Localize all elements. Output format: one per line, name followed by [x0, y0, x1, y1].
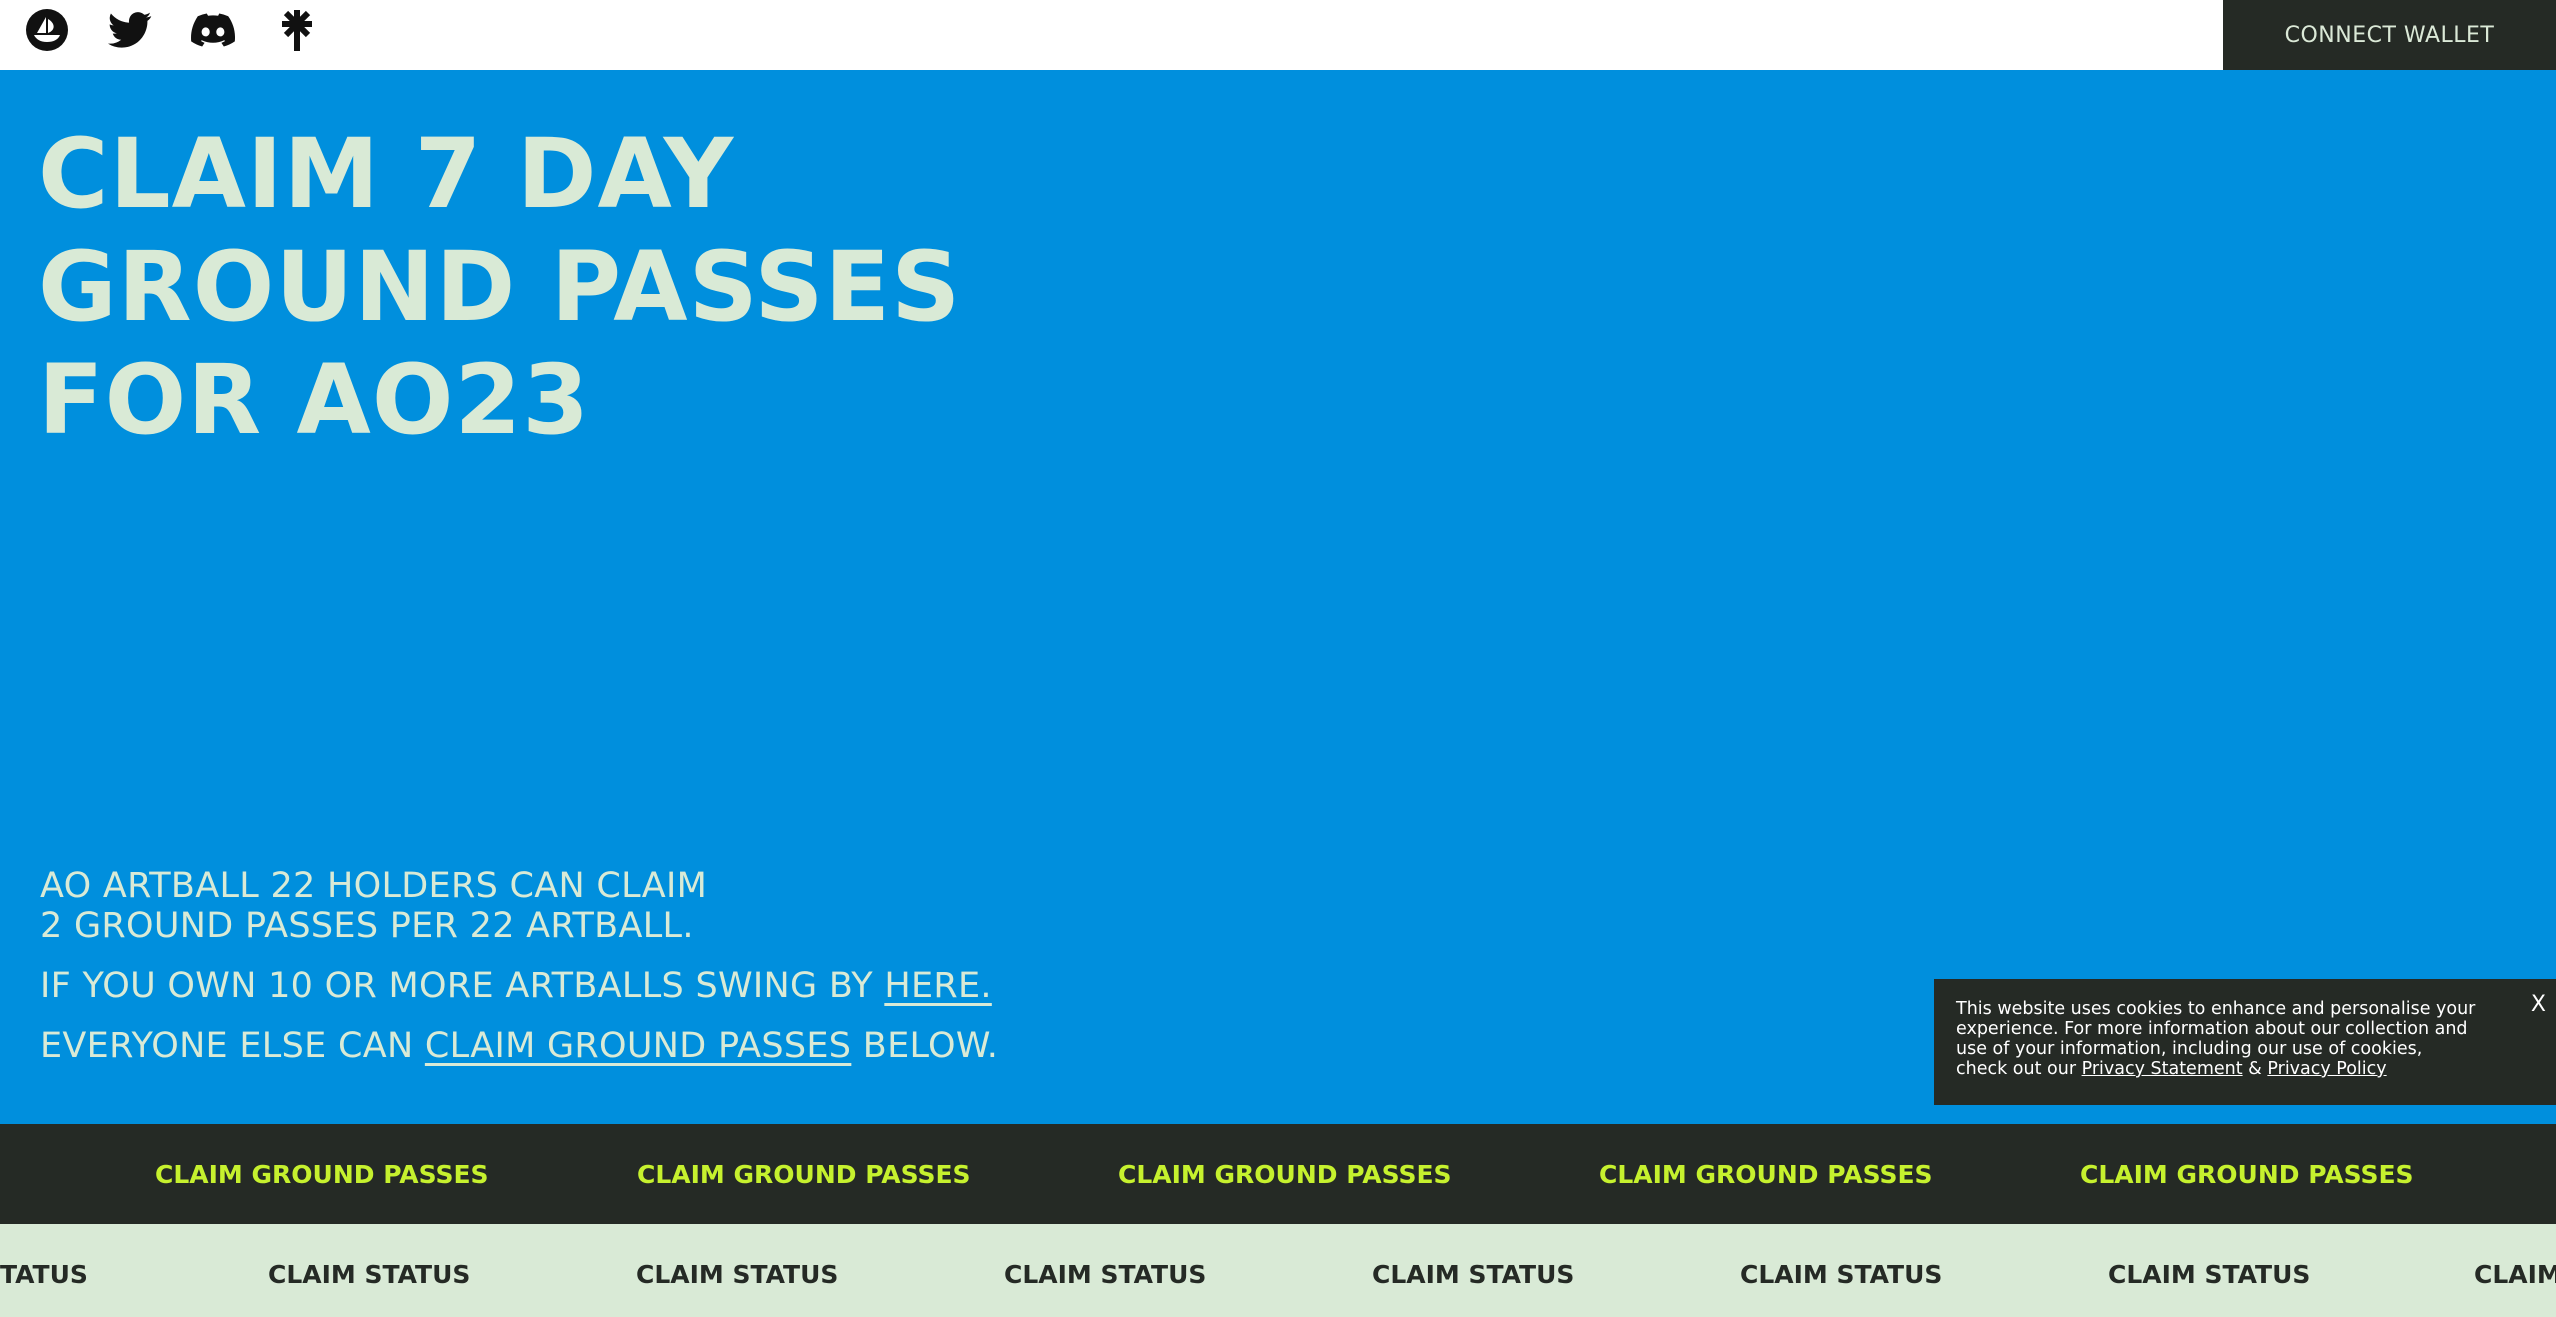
- claim-status-button[interactable]: CLAIM STATUS: [1004, 1224, 1206, 1317]
- title-line-1: CLAIM 7 DAY: [38, 118, 735, 230]
- holders-line-1: AO ARTBALL 22 HOLDERS CAN CLAIM: [40, 866, 708, 906]
- claim-ground-passes-button[interactable]: CLAIM GROUND PASSES: [1118, 1124, 1452, 1224]
- claim-passes-marquee: CLAIM GROUND PASSES CLAIM GROUND PASSES …: [0, 1124, 2556, 1224]
- here-link[interactable]: HERE.: [884, 966, 992, 1006]
- claim-status-button[interactable]: CLAIM STATUS: [2108, 1224, 2310, 1317]
- claim-ground-passes-button[interactable]: CLAIM GROUND PASSES: [637, 1124, 971, 1224]
- holders-line-2: 2 GROUND PASSES PER 22 ARTBALL.: [40, 906, 694, 946]
- connect-wallet-button[interactable]: CONNECT WALLET: [2223, 0, 2556, 70]
- opensea-icon[interactable]: [24, 7, 70, 53]
- claim-ground-passes-button[interactable]: CLAIM GROUND PASSES: [1599, 1124, 1933, 1224]
- close-icon[interactable]: X: [2531, 994, 2546, 1016]
- cookie-amp: &: [2242, 1059, 2268, 1079]
- twitter-icon[interactable]: [107, 7, 153, 53]
- privacy-statement-link[interactable]: Privacy Statement: [2082, 1059, 2243, 1079]
- swing-by-line: IF YOU OWN 10 OR MORE ARTBALLS SWING BY …: [40, 966, 992, 1006]
- top-nav: CONNECT WALLET: [0, 0, 2556, 70]
- claim-status-button[interactable]: TATUS: [0, 1224, 88, 1317]
- page-title: CLAIM 7 DAY GROUND PASSES FOR AO23: [38, 118, 961, 457]
- below-text: BELOW.: [851, 1026, 999, 1066]
- claim-status-button[interactable]: CLAIM STATUS: [1740, 1224, 1942, 1317]
- cookie-banner: This website uses cookies to enhance and…: [1934, 979, 2556, 1105]
- claim-ground-passes-button[interactable]: CLAIM GROUND PASSES: [2080, 1124, 2414, 1224]
- claim-status-button[interactable]: CLAIM STATUS: [268, 1224, 470, 1317]
- holders-info: AO ARTBALL 22 HOLDERS CAN CLAIM 2 GROUND…: [40, 866, 707, 946]
- privacy-policy-link[interactable]: Privacy Policy: [2267, 1059, 2386, 1079]
- swing-by-text: IF YOU OWN 10 OR MORE ARTBALLS SWING BY: [40, 966, 885, 1006]
- claim-ground-passes-link[interactable]: CLAIM GROUND PASSES: [425, 1026, 851, 1066]
- claim-status-marquee: TATUS CLAIM STATUS CLAIM STATUS CLAIM ST…: [0, 1224, 2556, 1317]
- claim-status-button[interactable]: CLAIM STATUS: [1372, 1224, 1574, 1317]
- discord-icon[interactable]: [190, 7, 236, 53]
- claim-status-button[interactable]: CLAIM STATUS: [636, 1224, 838, 1317]
- claim-ground-passes-button[interactable]: CLAIM GROUND PASSES: [155, 1124, 489, 1224]
- title-line-3: FOR AO23: [38, 344, 591, 456]
- linktree-icon[interactable]: [274, 7, 320, 53]
- everyone-else-text: EVERYONE ELSE CAN: [40, 1026, 425, 1066]
- title-line-2: GROUND PASSES: [38, 231, 962, 343]
- everyone-else-line: EVERYONE ELSE CAN CLAIM GROUND PASSES BE…: [40, 1026, 998, 1066]
- claim-status-button[interactable]: CLAIM: [2474, 1224, 2556, 1317]
